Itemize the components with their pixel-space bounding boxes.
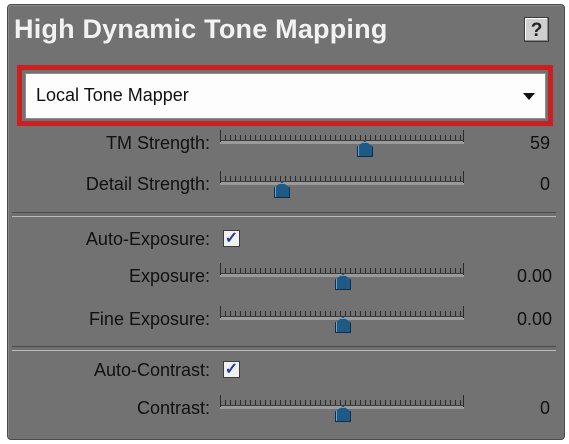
- fine-exposure-label: Fine Exposure:: [88, 309, 210, 329]
- auto-contrast-checkbox[interactable]: ✓: [223, 361, 240, 378]
- tm-strength-label: TM Strength:: [105, 133, 210, 153]
- slider-track: [220, 181, 464, 185]
- help-icon: ?: [530, 20, 543, 41]
- slider-end-tick: [463, 130, 464, 142]
- slider-track: [220, 140, 464, 144]
- tone-mapper-dropdown[interactable]: Local Tone Mapper: [25, 73, 546, 119]
- detail-strength-value: 0: [539, 174, 550, 194]
- help-button[interactable]: ?: [524, 17, 549, 42]
- slider-end-tick: [220, 306, 221, 318]
- panel-title: High Dynamic Tone Mapping: [14, 14, 388, 44]
- slider-end-tick: [220, 130, 221, 142]
- fine-exposure-slider[interactable]: [220, 304, 464, 334]
- section-separator: [12, 346, 556, 351]
- exposure-label: Exposure:: [128, 266, 210, 286]
- contrast-value: 0: [539, 398, 550, 418]
- tm-strength-slider[interactable]: [220, 128, 464, 158]
- slider-end-tick: [220, 395, 221, 407]
- checkmark-icon: ✓: [224, 361, 239, 378]
- slider-end-tick: [220, 171, 221, 183]
- section-separator: [12, 212, 556, 217]
- fine-exposure-value: 0.00: [516, 309, 552, 329]
- chevron-down-icon[interactable]: [523, 93, 535, 100]
- slider-end-tick: [463, 263, 464, 275]
- contrast-label: Contrast:: [136, 398, 210, 418]
- slider-end-tick: [463, 171, 464, 183]
- slider-end-tick: [220, 263, 221, 275]
- detail-strength-slider[interactable]: [220, 169, 464, 199]
- auto-contrast-label: Auto-Contrast:: [93, 360, 210, 380]
- tm-strength-value: 59: [529, 133, 550, 153]
- exposure-slider[interactable]: [220, 261, 464, 291]
- slider-end-tick: [463, 306, 464, 318]
- tone-mapper-selected: Local Tone Mapper: [36, 85, 189, 105]
- auto-exposure-label: Auto-Exposure:: [85, 229, 210, 249]
- detail-strength-label: Detail Strength:: [85, 174, 210, 194]
- contrast-slider[interactable]: [220, 393, 464, 423]
- auto-exposure-checkbox[interactable]: ✓: [223, 230, 240, 247]
- checkmark-icon: ✓: [224, 230, 239, 247]
- exposure-value: 0.00: [516, 266, 552, 286]
- slider-end-tick: [463, 395, 464, 407]
